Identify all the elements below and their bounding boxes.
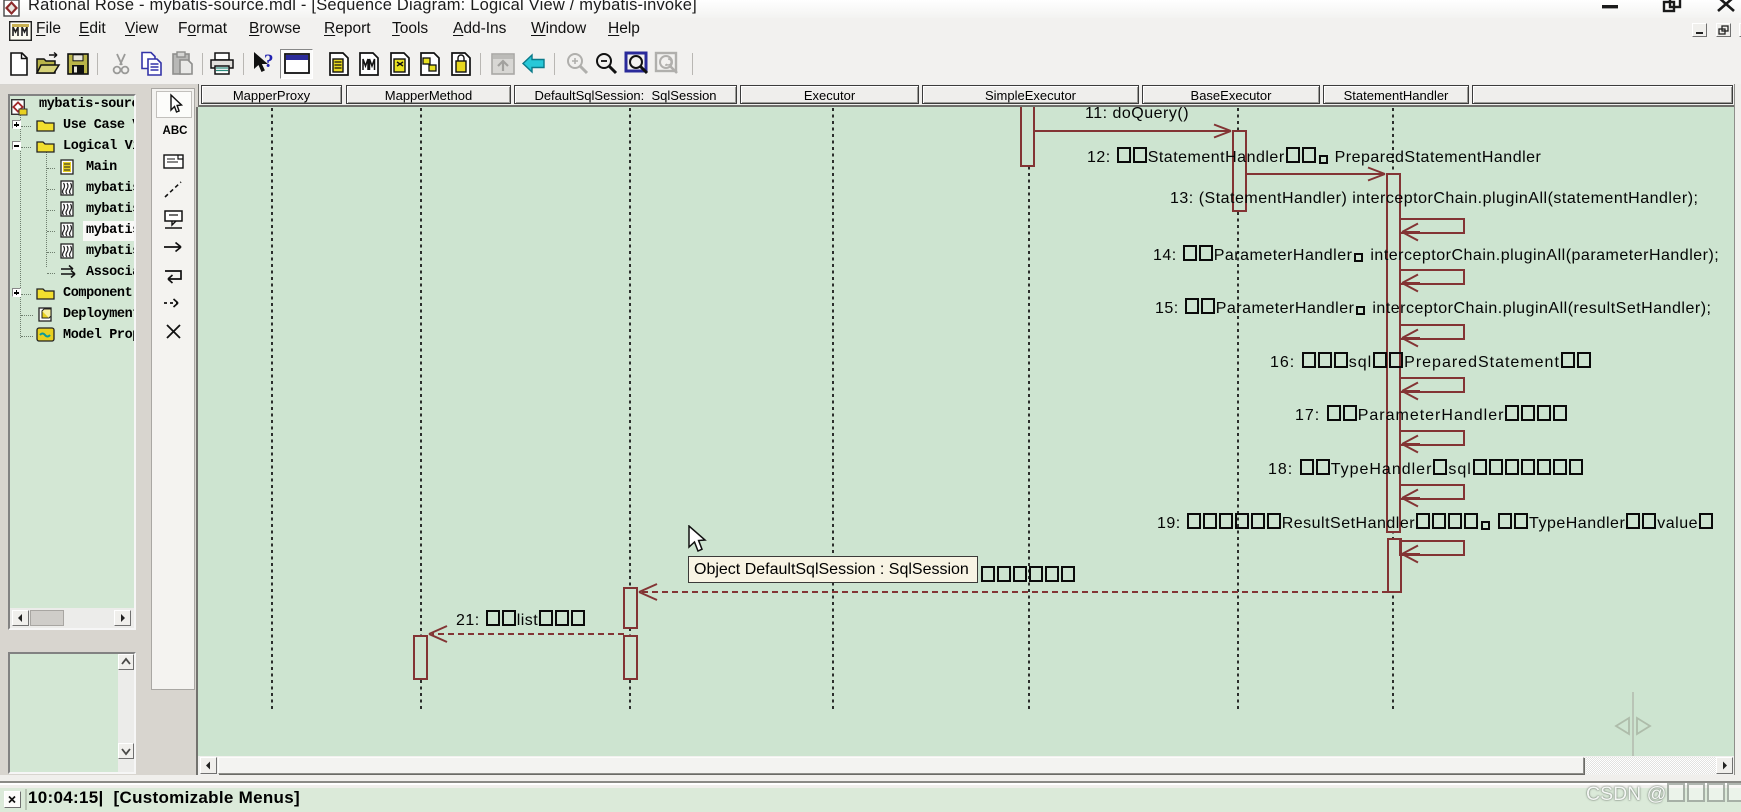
svg-text:?: ? (264, 51, 274, 72)
